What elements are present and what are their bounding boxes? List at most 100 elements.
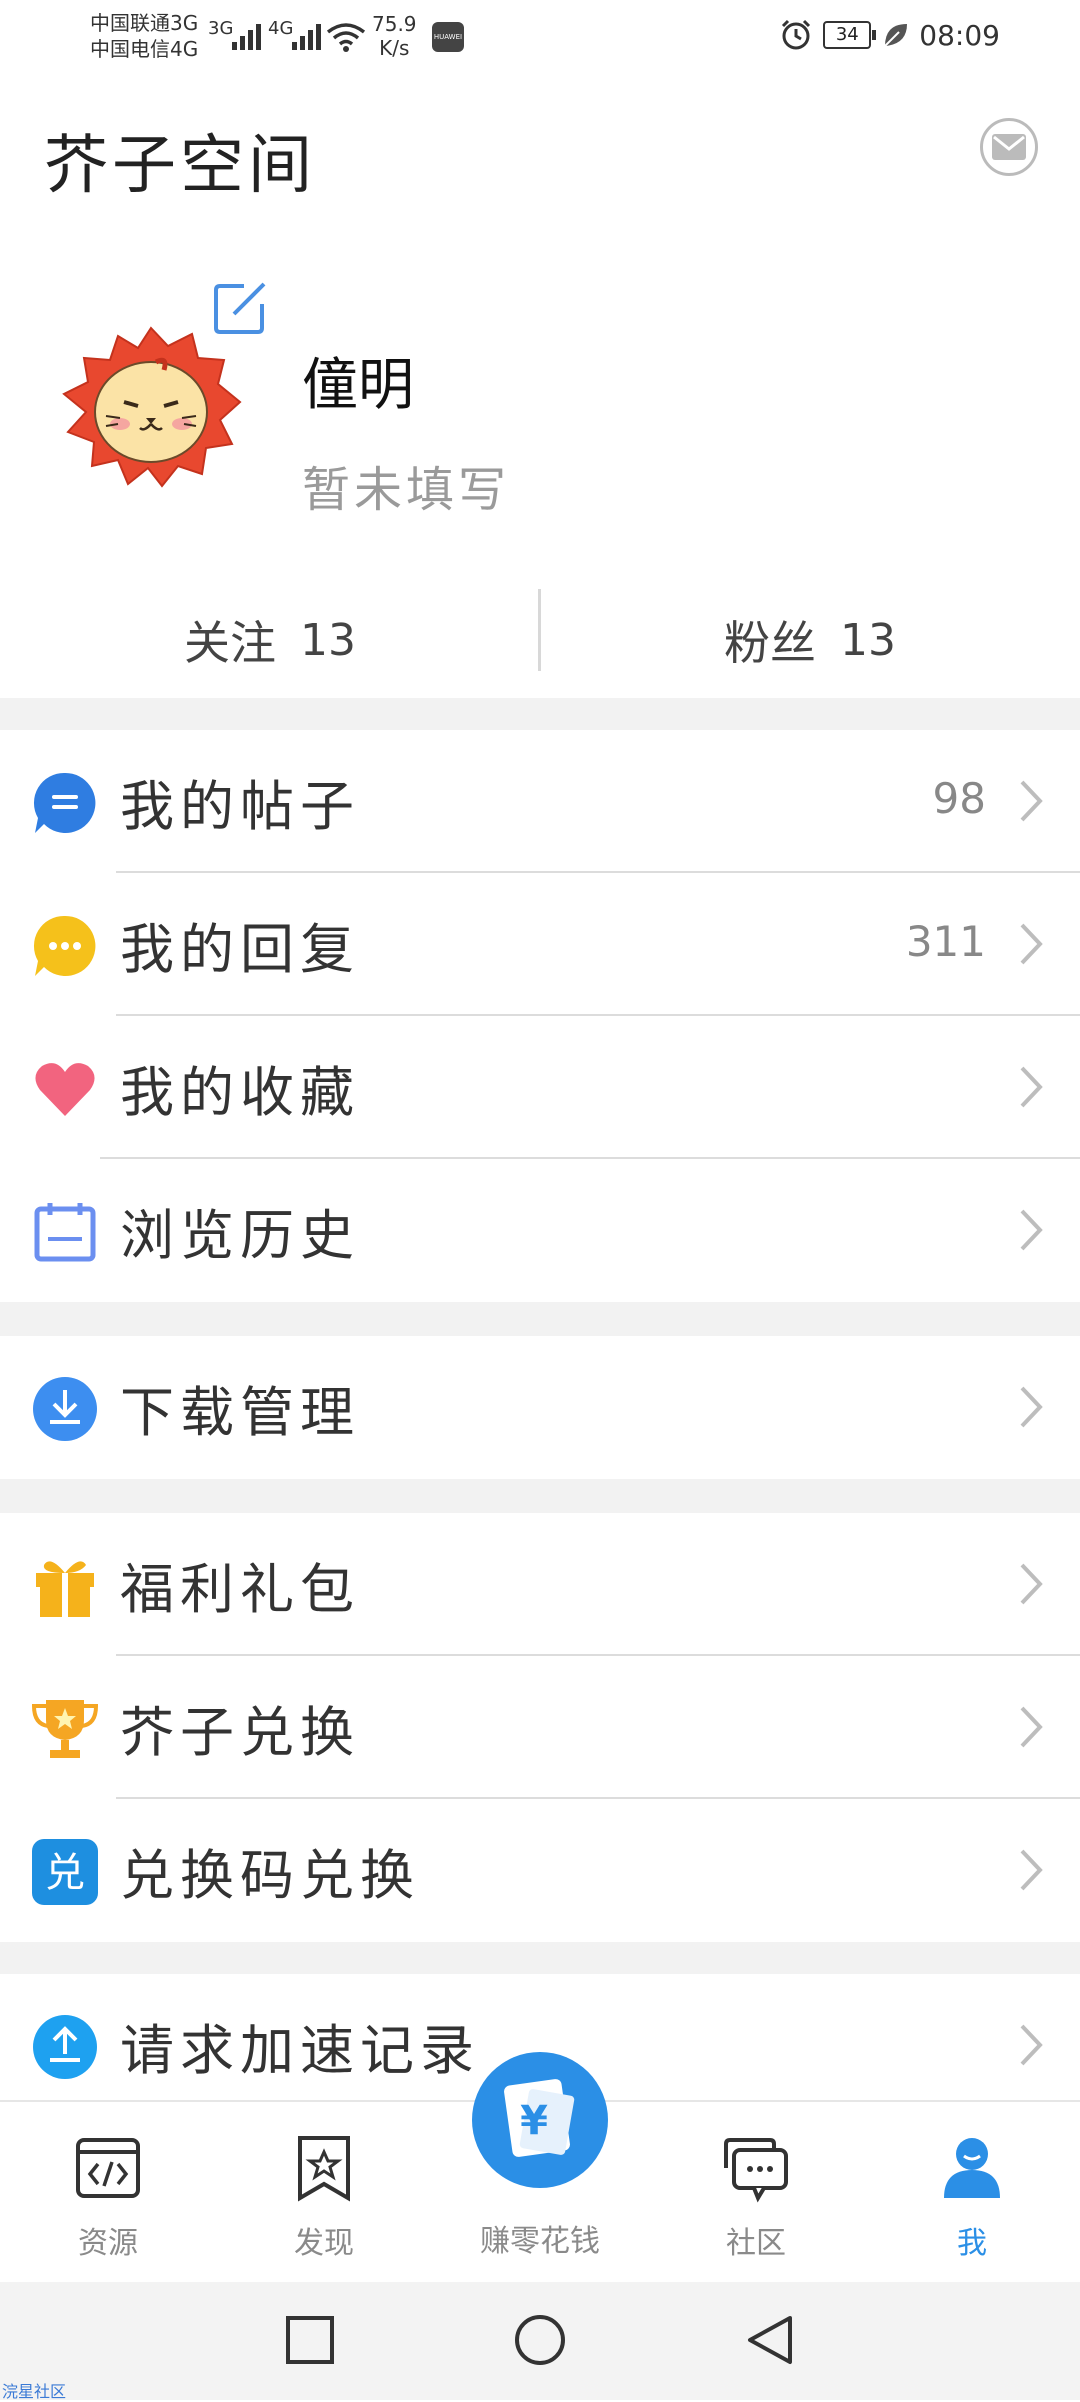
menu-label: 福利礼包 xyxy=(120,1558,360,1621)
menu-group-content: 我的帖子 98 我的回复 311 我的收藏 浏览历史 xyxy=(0,730,1080,1302)
follow-stats: 关注 13 粉丝 13 xyxy=(0,585,1080,695)
earn-money-button[interactable]: ¥ xyxy=(472,2052,608,2188)
menu-label: 我的回复 xyxy=(120,918,360,981)
signal-1-icon xyxy=(232,20,261,50)
tab-label: 我 xyxy=(957,2226,987,2261)
menu-item-gift-pack[interactable]: 福利礼包 xyxy=(0,1513,1080,1656)
lion-avatar-icon xyxy=(62,326,242,488)
divider xyxy=(538,589,541,671)
chevron-right-icon xyxy=(1020,1066,1043,1108)
menu-item-my-posts[interactable]: 我的帖子 98 xyxy=(0,730,1080,873)
heart-icon xyxy=(35,1063,95,1116)
tab-label: 社区 xyxy=(726,2226,786,2261)
battery-icon: 34 xyxy=(823,21,877,49)
tab-resources[interactable]: 资源 xyxy=(28,2122,188,2272)
following-count: 13 xyxy=(300,614,356,666)
carrier-1: 中国联通3G xyxy=(90,11,199,35)
following-label: 关注 xyxy=(184,616,276,670)
status-right: 34 08:09 xyxy=(779,18,1000,52)
download-icon xyxy=(33,1377,97,1441)
back-icon[interactable] xyxy=(742,2312,798,2368)
wifi-icon xyxy=(326,23,366,52)
chevron-right-icon xyxy=(1020,1563,1043,1605)
chat-bubble-blue-icon xyxy=(33,772,96,833)
watermark: 浣星社区 xyxy=(2,2382,67,2401)
system-navigation-bar xyxy=(0,2282,1080,2400)
section-gap xyxy=(0,1942,1080,1974)
home-icon[interactable] xyxy=(512,2312,568,2368)
edit-profile-icon[interactable] xyxy=(210,278,270,338)
upload-icon xyxy=(33,2015,97,2079)
menu-label: 芥子兑换 xyxy=(120,1701,360,1764)
menu-item-redeem-code[interactable]: 兑 兑换码兑换 xyxy=(0,1799,1080,1942)
user-icon xyxy=(944,2138,1000,2198)
recent-apps-icon[interactable] xyxy=(282,2312,338,2368)
tab-label: 资源 xyxy=(78,2226,138,2261)
menu-label: 请求加速记录 xyxy=(120,2019,480,2082)
section-gap xyxy=(0,1302,1080,1336)
menu-group-downloads: 下载管理 xyxy=(0,1336,1080,1479)
status-bar: 中国联通3G 中国电信4G 3G 4G 75.9 K/s HUAWEI 34 0… xyxy=(0,0,1080,80)
leaf-icon xyxy=(884,24,908,47)
chevron-right-icon xyxy=(1020,1386,1043,1428)
gift-icon xyxy=(36,1561,94,1617)
followers-count: 13 xyxy=(840,614,896,666)
carrier-info: 中国联通3G 中国电信4G xyxy=(90,10,198,62)
chevron-right-icon xyxy=(1020,780,1043,822)
menu-label: 兑换码兑换 xyxy=(120,1844,420,1907)
menu-item-browse-history[interactable]: 浏览历史 xyxy=(0,1159,1080,1302)
tab-discover[interactable]: 发现 xyxy=(244,2122,404,2272)
tab-me[interactable]: 我 xyxy=(892,2122,1052,2272)
yuan-symbol: ¥ xyxy=(520,2098,548,2144)
menu-label: 浏览历史 xyxy=(120,1204,360,1267)
section-gap xyxy=(0,698,1080,730)
page-title: 芥子空间 xyxy=(44,129,316,203)
followers-stat[interactable]: 粉丝 13 xyxy=(540,585,1080,695)
network-speed: 75.9 K/s xyxy=(372,12,417,60)
messages-button[interactable] xyxy=(980,118,1038,176)
menu-label: 下载管理 xyxy=(120,1381,360,1444)
chat-bubbles-icon xyxy=(724,2138,788,2203)
tab-community[interactable]: 社区 xyxy=(676,2122,836,2272)
followers-label: 粉丝 xyxy=(724,616,816,670)
speed-unit: K/s xyxy=(379,36,410,60)
redeem-icon: 兑 xyxy=(32,1839,98,1905)
mail-icon xyxy=(992,134,1026,160)
avatar[interactable] xyxy=(56,320,246,490)
chevron-right-icon xyxy=(1020,1706,1043,1748)
menu-item-my-replies[interactable]: 我的回复 311 xyxy=(0,873,1080,1016)
network-type-1: 3G xyxy=(208,18,234,39)
post-count: 98 xyxy=(932,774,986,823)
chevron-right-icon xyxy=(1020,1849,1043,1891)
section-gap xyxy=(0,1479,1080,1513)
profile-card: 僮明 暂未填写 xyxy=(0,260,1080,560)
user-bio[interactable]: 暂未填写 xyxy=(302,450,510,520)
chevron-right-icon xyxy=(1020,1209,1043,1251)
red-envelope-icon: ¥ xyxy=(504,2079,575,2157)
following-stat[interactable]: 关注 13 xyxy=(0,585,540,695)
chevron-right-icon xyxy=(1020,2024,1043,2066)
menu-group-rewards: 福利礼包 芥子兑换 兑 兑换码兑换 xyxy=(0,1513,1080,1942)
menu-item-my-favorites[interactable]: 我的收藏 xyxy=(0,1016,1080,1159)
code-window-icon xyxy=(76,2138,140,2198)
menu-label: 我的帖子 xyxy=(120,775,360,838)
reply-count: 311 xyxy=(905,917,986,966)
trophy-icon xyxy=(32,1700,98,1758)
menu-item-jiezi-exchange[interactable]: 芥子兑换 xyxy=(0,1656,1080,1799)
carrier-2: 中国电信4G xyxy=(90,37,199,61)
tab-label: 发现 xyxy=(294,2226,354,2261)
calendar-icon xyxy=(34,1203,96,1262)
app-header: 芥子空间 xyxy=(0,80,1080,220)
huawei-icon: HUAWEI xyxy=(432,22,464,52)
menu-label: 我的收藏 xyxy=(120,1061,360,1124)
redeem-icon-text: 兑 xyxy=(45,1850,85,1896)
menu-item-download-manager[interactable]: 下载管理 xyxy=(0,1336,1080,1479)
tab-earn-label[interactable]: 赚零花钱 xyxy=(440,2216,640,2260)
clock: 08:09 xyxy=(919,18,1000,52)
bookmark-star-icon xyxy=(298,2136,350,2202)
signal-2-icon xyxy=(292,20,321,50)
chat-bubble-yellow-icon xyxy=(33,915,96,976)
chevron-right-icon xyxy=(1020,923,1043,965)
network-type-2: 4G xyxy=(268,18,294,39)
user-nickname: 僮明 xyxy=(302,353,414,418)
